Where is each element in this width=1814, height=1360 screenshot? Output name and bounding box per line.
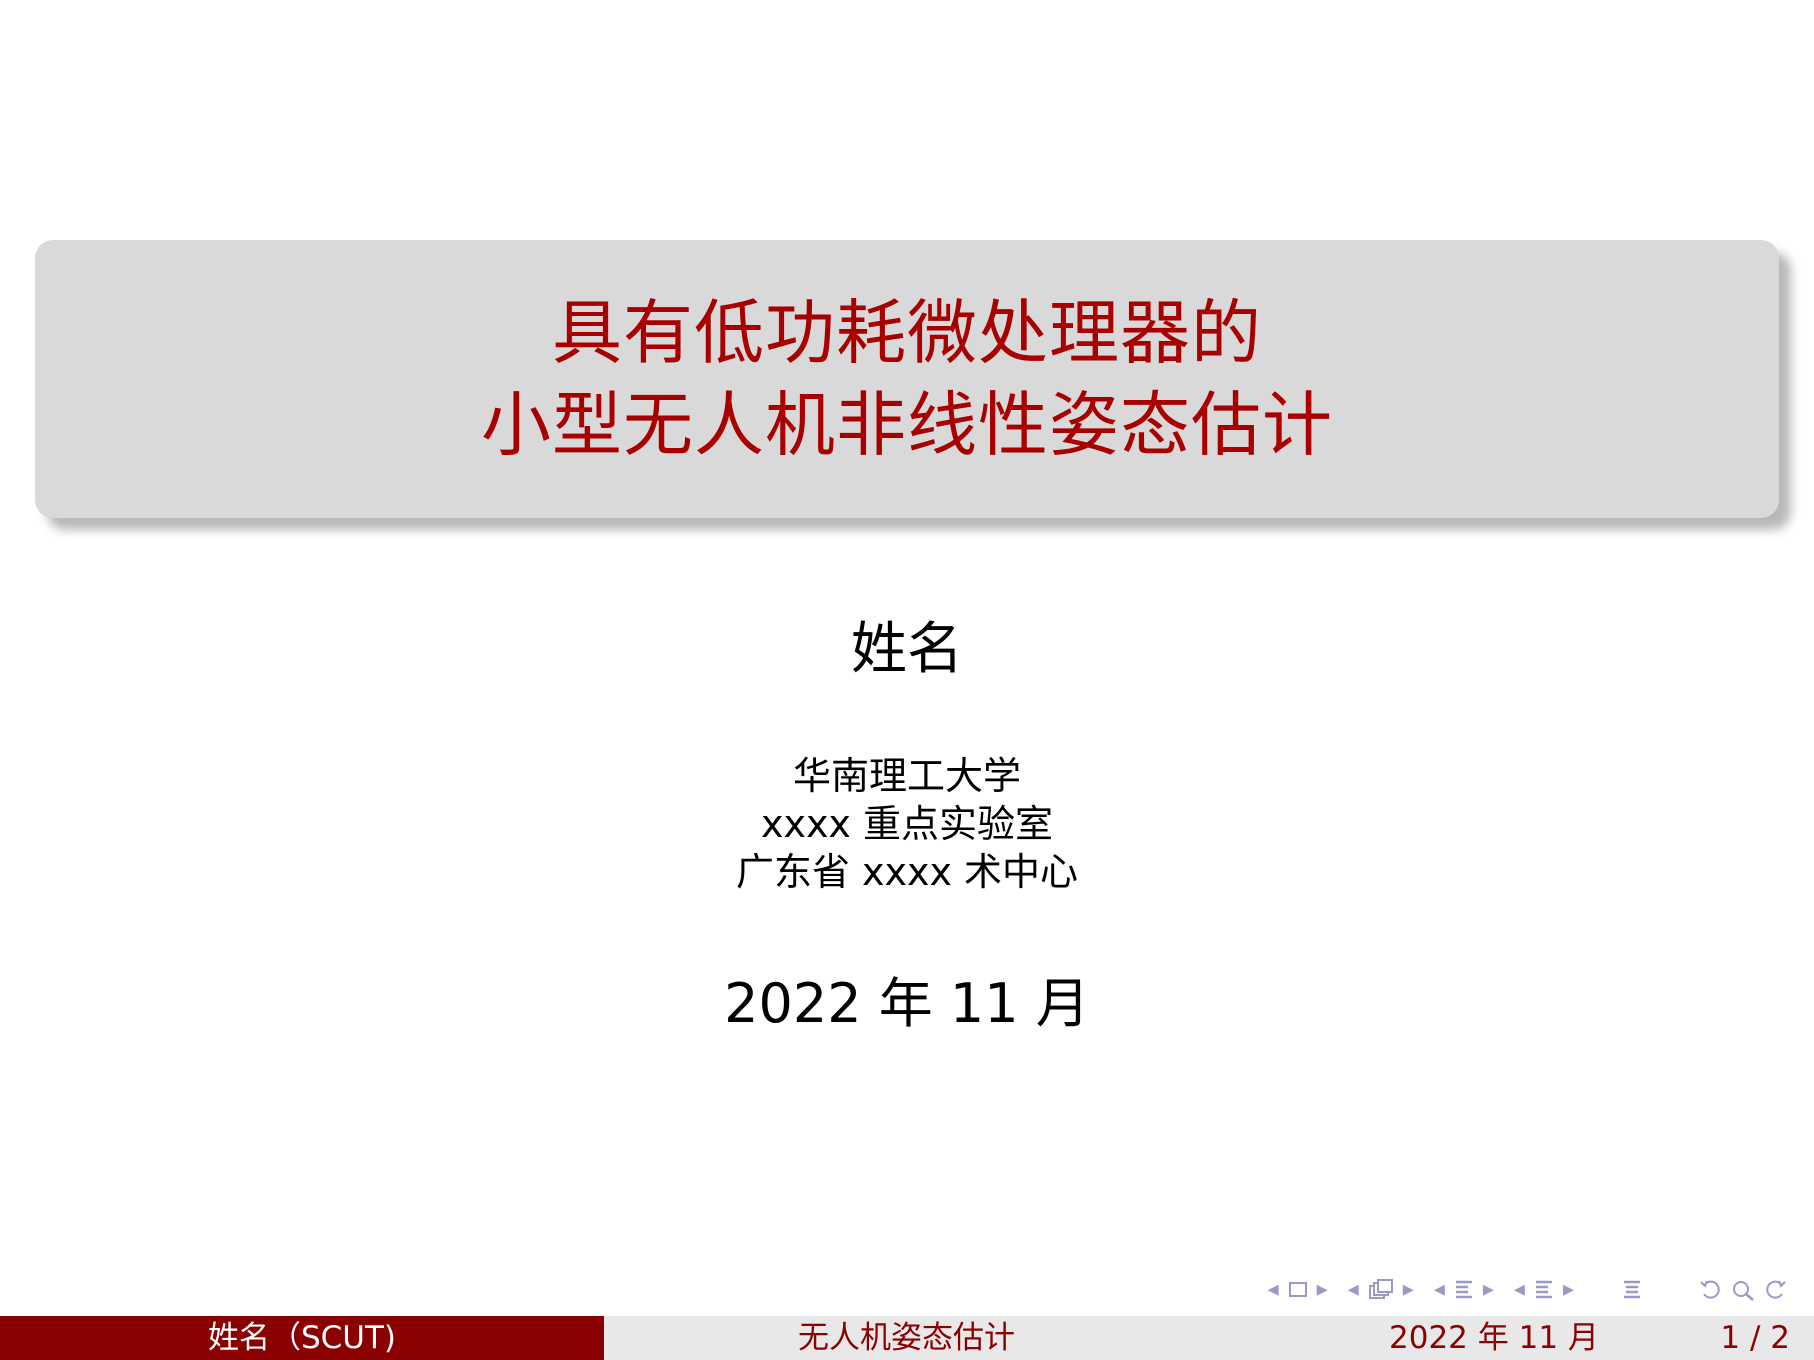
- affiliation-line-1: 华南理工大学: [792, 754, 1021, 798]
- subsection-nav-icon[interactable]: [1368, 1279, 1394, 1301]
- title-line-2: 小型无人机非线性姿态估计: [481, 384, 1333, 466]
- history-search-nav: [1698, 1279, 1788, 1301]
- author-name: 姓名: [851, 617, 963, 682]
- affiliation-line-3: 广东省 xxxx 术中心: [735, 850, 1079, 894]
- footer-short-title: 无人机姿态估计: [604, 1316, 1209, 1360]
- toc-icon[interactable]: [1622, 1279, 1642, 1301]
- search-icon[interactable]: [1731, 1279, 1755, 1301]
- next-document-icon[interactable]: ▸: [1563, 1276, 1574, 1304]
- footer-right-section: 2022 年 11 月 1 / 2: [1209, 1316, 1814, 1360]
- prev-frame-icon[interactable]: ◂: [1268, 1276, 1279, 1304]
- affiliation: 华南理工大学 xxxx 重点实验室 广东省 xxxx 术中心: [0, 752, 1814, 896]
- next-frame-icon[interactable]: ▸: [1317, 1276, 1328, 1304]
- prev-subsection-icon[interactable]: ◂: [1348, 1276, 1359, 1304]
- section-nav-icon[interactable]: [1454, 1279, 1474, 1301]
- title-box: 具有低功耗微处理器的 小型无人机非线性姿态估计: [35, 240, 1779, 518]
- forward-icon[interactable]: [1764, 1279, 1788, 1301]
- beamer-navigation-bar: ◂ ▸ ◂ ▸ ◂ ▸ ◂ ▸: [1268, 1276, 1788, 1304]
- document-nav: ◂ ▸: [1514, 1276, 1574, 1304]
- frame-nav-icon[interactable]: [1288, 1280, 1308, 1300]
- next-subsection-icon[interactable]: ▸: [1403, 1276, 1414, 1304]
- next-section-icon[interactable]: ▸: [1483, 1276, 1494, 1304]
- toc-nav: [1622, 1279, 1642, 1301]
- title-line-1: 具有低功耗微处理器的: [552, 292, 1262, 374]
- frame-nav: ◂ ▸: [1268, 1276, 1328, 1304]
- presentation-date: 2022 年 11 月: [724, 972, 1090, 1035]
- back-icon[interactable]: [1698, 1279, 1722, 1301]
- section-nav: ◂ ▸: [1434, 1276, 1494, 1304]
- footer-author: 姓名（SCUT): [0, 1316, 604, 1360]
- prev-section-icon[interactable]: ◂: [1434, 1276, 1445, 1304]
- prev-document-icon[interactable]: ◂: [1514, 1276, 1525, 1304]
- footer-date: 2022 年 11 月: [1389, 1320, 1599, 1356]
- document-nav-icon[interactable]: [1534, 1279, 1554, 1301]
- affiliation-line-2: xxxx 重点实验室: [760, 802, 1054, 846]
- subsection-nav: ◂ ▸: [1348, 1276, 1414, 1304]
- footer-page-number: 1 / 2: [1720, 1320, 1790, 1356]
- footer-bar: 姓名（SCUT) 无人机姿态估计 2022 年 11 月 1 / 2: [0, 1316, 1814, 1360]
